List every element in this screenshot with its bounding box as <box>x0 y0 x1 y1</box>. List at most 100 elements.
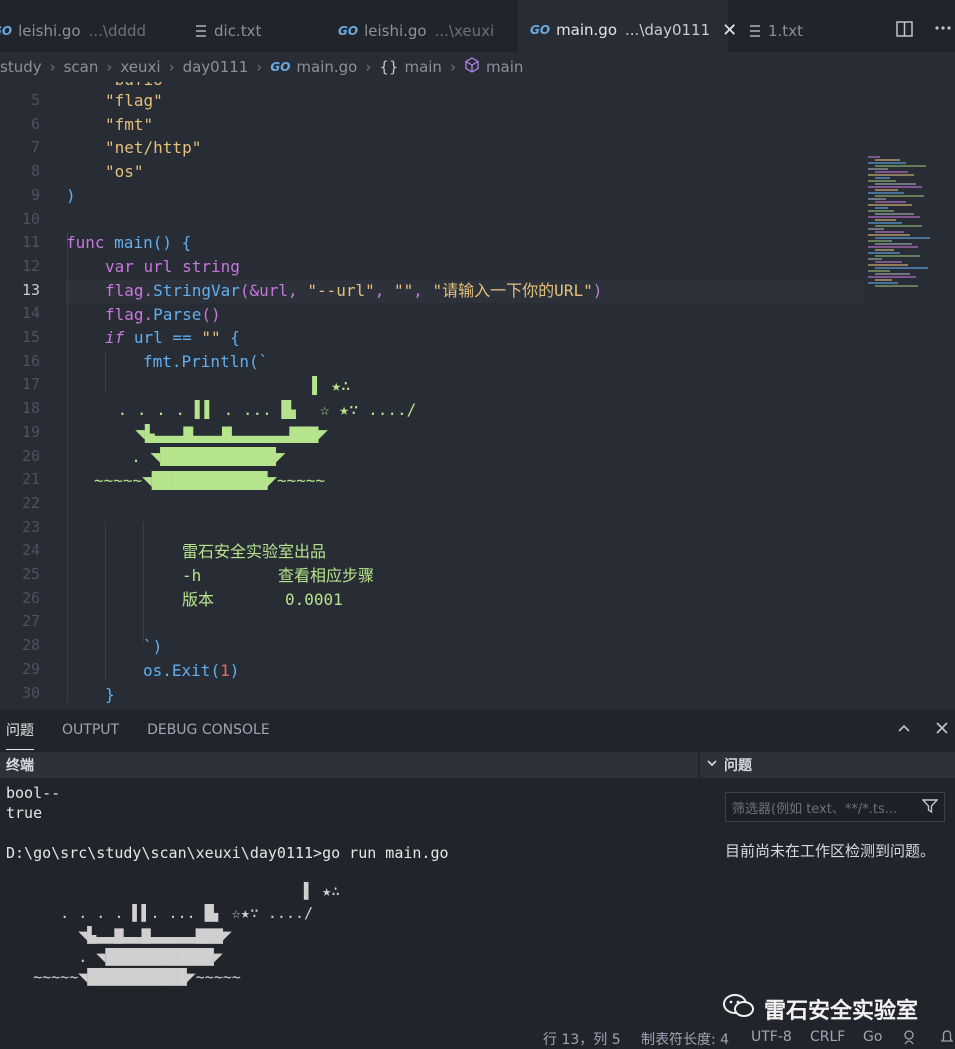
terminal-output[interactable]: bool-- true D:\go\src\study\scan\xeuxi\d… <box>6 784 696 1044</box>
tab-label: main.go <box>556 21 618 39</box>
cursor-position[interactable]: 行 13，列 5 <box>543 1029 621 1049</box>
feedback-icon[interactable] <box>903 1029 919 1049</box>
minimap-line <box>875 249 894 251</box>
code-comma: , <box>413 281 433 300</box>
bell-icon[interactable] <box>940 1029 954 1049</box>
minimap-line <box>875 267 928 269</box>
line-number: 14 <box>21 304 40 323</box>
info-help-value: 查看相应步骤 <box>278 566 375 585</box>
code-string: "" <box>201 328 221 347</box>
minimap-line <box>868 264 908 266</box>
minimap-line <box>875 231 904 233</box>
minimap-line <box>875 171 908 173</box>
info-version-value: 0.0001 <box>285 590 343 609</box>
code-string: "请输入一下你的URL" <box>432 281 593 300</box>
terminal-title: 终端 <box>6 758 34 774</box>
minimap-line <box>875 261 902 263</box>
minimap-line <box>868 186 922 188</box>
problems-filter-input[interactable]: 筛选器(例如 text、**/*.ts... <box>725 792 945 822</box>
tab-hint: ...\xeuxi <box>434 22 495 40</box>
code-keyword: if <box>105 328 125 347</box>
text-file-icon <box>196 25 206 37</box>
minimap-line <box>875 195 924 197</box>
tab-hint: ...\day0111 <box>625 21 711 39</box>
code-paren: ) <box>66 186 76 205</box>
code-paren: ) <box>592 281 603 300</box>
code-type: string <box>182 257 240 276</box>
code-func-call: Println <box>181 352 249 371</box>
split-editor-icon[interactable] <box>896 20 914 43</box>
minimap-line <box>868 276 916 278</box>
breadcrumb: study › scan › xeuxi › day0111 › GO main… <box>0 52 955 82</box>
line-number: 27 <box>21 612 40 631</box>
breadcrumb-func-main[interactable]: main <box>486 58 523 76</box>
breadcrumb-xeuxi[interactable]: xeuxi <box>120 58 160 76</box>
minimap-line <box>868 156 880 158</box>
problems-header[interactable]: 问题 <box>700 752 955 778</box>
terminal-art-line: ~~~~~◥███████████◤~~~~~ <box>6 968 241 986</box>
minimap[interactable] <box>868 156 938 296</box>
code-editor[interactable]: "bufio" 5 6 7 8 9 10 11 12 13 14 15 16 17 18 19 20 21 22 2… <box>0 82 955 710</box>
minimap-line <box>868 258 882 260</box>
chevron-down-icon <box>706 757 718 773</box>
ascii-art-line: ◥▙▃▃▃▇▃▃▃▇▃▃▃▃▃▃▇▇▇◤ <box>116 424 328 443</box>
filter-icon[interactable] <box>921 798 939 814</box>
code-number: 1 <box>220 661 230 680</box>
minimap-line <box>868 246 918 248</box>
code-comma: , <box>374 281 395 300</box>
tab-label: leishi.go <box>18 22 81 40</box>
language-mode[interactable]: Go <box>863 1029 882 1045</box>
line-number: 26 <box>21 588 40 607</box>
code-import-partial: "bufio" <box>105 82 172 90</box>
breadcrumb-study[interactable]: study <box>0 58 42 76</box>
encoding[interactable]: UTF-8 <box>751 1029 792 1045</box>
minimap-line <box>868 252 900 254</box>
terminal-art-line: . ◥████████████◤ <box>6 948 223 966</box>
breadcrumb-package-main[interactable]: main <box>404 58 441 76</box>
breadcrumb-scan[interactable]: scan <box>64 58 99 76</box>
close-icon[interactable]: ✕ <box>722 20 737 41</box>
more-actions-icon[interactable] <box>934 18 952 41</box>
tab-problems[interactable]: 问题 <box>6 710 34 750</box>
line-number: 23 <box>21 517 40 536</box>
tab-debug-console[interactable]: DEBUG CONSOLE <box>147 710 270 750</box>
code-paren: ( <box>210 661 221 680</box>
breadcrumb-day0111[interactable]: day0111 <box>183 58 249 76</box>
minimap-line <box>868 192 904 194</box>
code-brace: } <box>105 685 115 704</box>
code-var-decl: var url string <box>105 257 240 277</box>
minimap-line <box>868 270 890 272</box>
code-func-name: main <box>114 233 153 252</box>
go-icon: GO <box>0 24 13 38</box>
code-import: "os" <box>105 162 144 181</box>
go-icon: GO <box>270 60 291 74</box>
breadcrumb-main-go[interactable]: main.go <box>296 58 357 76</box>
watermark-text: 雷石安全实验室 <box>764 999 919 1024</box>
line-number: 15 <box>21 328 40 346</box>
info-help-key: -h <box>182 566 202 585</box>
maximize-panel-icon[interactable] <box>896 720 912 741</box>
line-number: 11 <box>21 233 40 252</box>
terminal-art-line: . . . . ▌▌. ... █▖ ☆★∵ ..../ <box>6 904 314 922</box>
close-panel-icon[interactable] <box>934 720 950 741</box>
minimap-line <box>875 219 896 221</box>
line-ending[interactable]: CRLF <box>810 1029 845 1045</box>
info-version-key: 版本 <box>182 590 215 609</box>
minimap-line <box>875 201 906 203</box>
minimap-line <box>875 189 898 191</box>
chevron-right-icon: › <box>49 58 56 76</box>
tab-output[interactable]: OUTPUT <box>62 710 119 750</box>
code-func-call: Exit <box>171 661 211 680</box>
minimap-line <box>868 282 898 284</box>
code-paren: (` <box>248 352 269 371</box>
ascii-art-line: . . . . ▌▌ . ... █▖ ☆ ★∵ ..../ <box>108 400 417 419</box>
code-import: "fmt" <box>105 115 154 134</box>
cube-icon <box>464 57 480 77</box>
terminal-line: bool-- <box>6 784 61 802</box>
code-pkg: flag. <box>105 305 154 324</box>
code-func-decl: func main() { <box>66 233 191 253</box>
tab-size[interactable]: 制表符长度: 4 <box>641 1029 729 1049</box>
minimap-line <box>868 198 886 200</box>
line-number: 29 <box>21 659 40 678</box>
indent-guide <box>105 352 106 392</box>
